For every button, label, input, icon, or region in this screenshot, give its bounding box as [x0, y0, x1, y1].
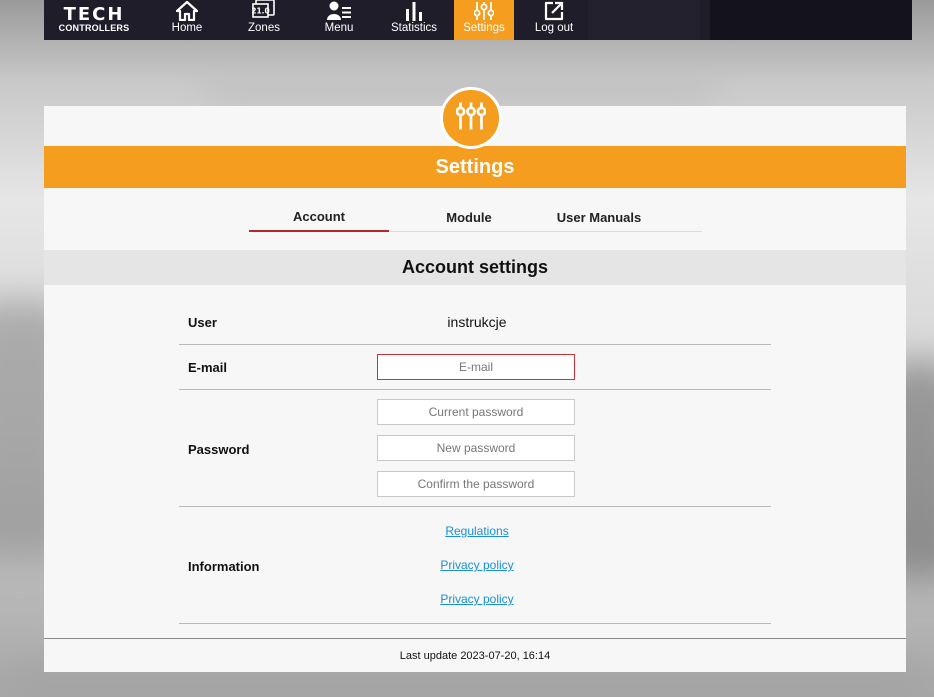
email-label: E-mail [188, 360, 228, 375]
email-field[interactable] [377, 354, 575, 380]
nav-statistics[interactable]: Statistics [382, 0, 446, 40]
information-row: Information Regulations Privacy policy P… [179, 507, 771, 624]
settings-sliders-icon [455, 101, 487, 136]
settings-sliders-icon [474, 0, 494, 21]
menu-user-list-icon [327, 0, 351, 21]
regulations-link[interactable]: Regulations [377, 524, 577, 538]
nav-logout-label: Log out [534, 22, 574, 34]
nav-menu-label: Menu [324, 22, 354, 34]
new-password-field[interactable] [377, 435, 575, 461]
logo-main-text: TECH [63, 4, 125, 25]
user-value: instrukcje [447, 314, 507, 330]
nav-home[interactable]: Home [158, 0, 216, 40]
user-label: User [188, 315, 217, 330]
section-title-account-settings: Account settings [44, 250, 906, 285]
home-icon [176, 0, 198, 21]
settings-badge [440, 87, 502, 149]
nav-logout[interactable]: Log out [522, 0, 586, 40]
current-password-field[interactable] [377, 399, 575, 425]
page-title: Settings [435, 155, 515, 178]
logo-sub-text: CONTROLLERS [58, 23, 130, 33]
privacy-policy-link-2[interactable]: Privacy policy [377, 592, 577, 606]
privacy-policy-link[interactable]: Privacy policy [377, 558, 577, 572]
page-title-bar: Settings [44, 146, 906, 188]
nav-statistics-label: Statistics [390, 22, 437, 34]
nav-settings[interactable]: Settings [454, 0, 514, 40]
nav-zones[interactable]: 21.0 Zones [232, 0, 296, 40]
confirm-password-field[interactable] [377, 471, 575, 497]
section-title: Account settings [401, 257, 548, 277]
last-update-text: Last update 2023-07-20, 16:14 [399, 649, 551, 662]
zones-icon-value: 21.0 [252, 7, 270, 16]
settings-panel: Settings Account Module User Manuals Acc… [44, 106, 906, 672]
logout-share-icon [544, 0, 564, 21]
nav-menu[interactable]: Menu [310, 0, 368, 40]
email-row: E-mail [179, 345, 771, 390]
password-label: Password [188, 442, 250, 457]
tab-account[interactable]: Account [249, 202, 389, 232]
tab-user-manuals[interactable]: User Manuals [529, 202, 669, 232]
settings-tabs: Account Module User Manuals [249, 202, 702, 232]
nav-home-label: Home [171, 22, 203, 34]
nav-settings-label: Settings [463, 22, 505, 34]
nav-zones-label: Zones [248, 22, 280, 34]
topbar-empty-area [586, 0, 912, 40]
information-label: Information [188, 559, 260, 574]
user-row: User instrukcje [179, 300, 771, 345]
tab-module[interactable]: Module [419, 202, 519, 232]
footer: Last update 2023-07-20, 16:14 [44, 639, 906, 672]
top-navigation-bar: TECH CONTROLLERS Home 21.0 Zones Menu St… [44, 0, 912, 40]
zones-thermostat-icon: 21.0 [252, 0, 276, 21]
statistics-bars-icon [404, 0, 424, 21]
tech-controllers-logo[interactable]: TECH CONTROLLERS [44, 0, 144, 40]
password-row: Password [179, 390, 771, 507]
